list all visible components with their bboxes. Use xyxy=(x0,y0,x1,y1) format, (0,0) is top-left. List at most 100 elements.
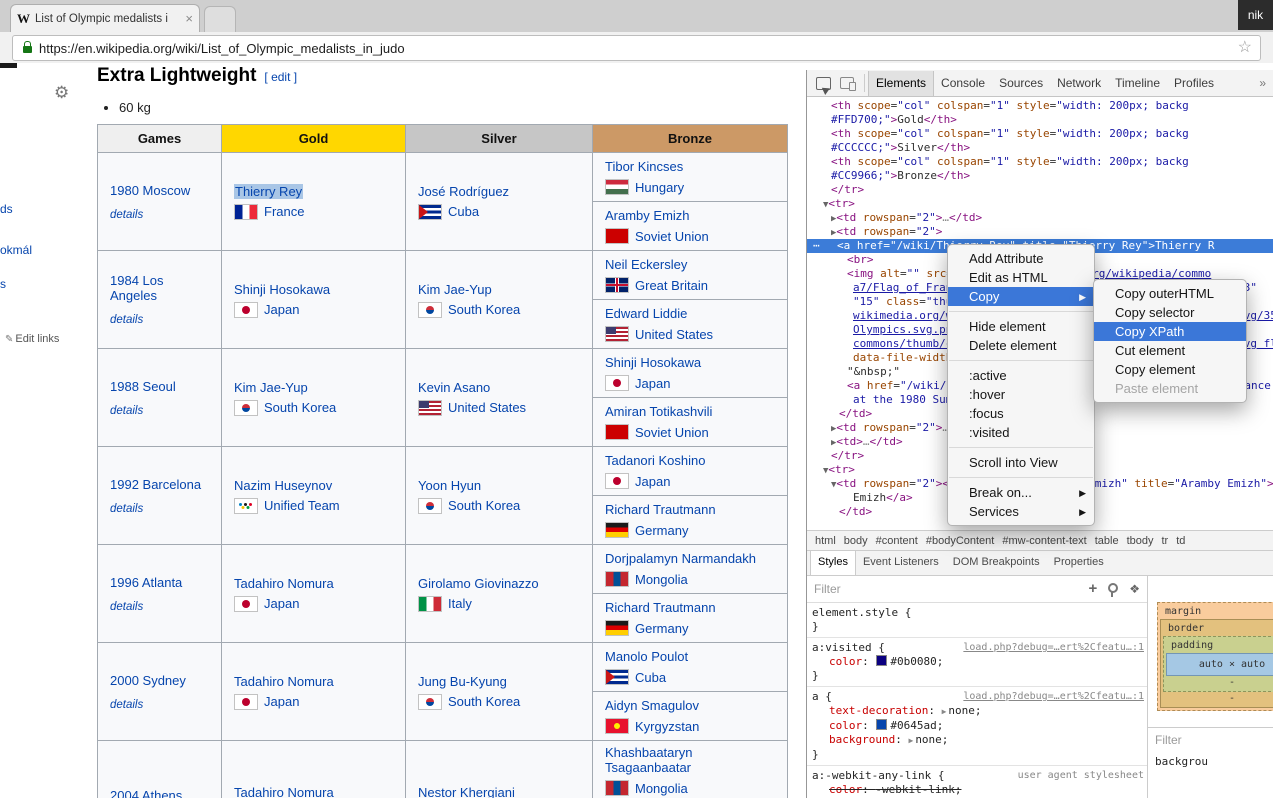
breadcrumb-item-content[interactable]: #content xyxy=(872,535,922,547)
country-link[interactable]: Japan xyxy=(264,302,299,317)
gear-icon[interactable]: ⚙ xyxy=(54,83,69,103)
breadcrumb-item-mw-content-text[interactable]: #mw-content-text xyxy=(998,535,1090,547)
tab-close-icon[interactable]: × xyxy=(185,11,193,26)
tree-line[interactable]: #CCCCCC;">Silver</th> xyxy=(807,141,1273,155)
medalist-link[interactable]: Kim Jae-Yup xyxy=(418,282,580,297)
styles-tab-event-listeners[interactable]: Event Listeners xyxy=(856,551,946,575)
tree-line[interactable]: #CC9966;">Bronze</th> xyxy=(807,169,1273,183)
tree-line[interactable]: </tr> xyxy=(807,183,1273,197)
submenu-item-copy-xpath[interactable]: Copy XPath xyxy=(1094,322,1246,341)
medalist-link[interactable]: Tadahiro Nomura xyxy=(234,576,393,591)
games-link[interactable]: 2000 Sydney xyxy=(110,673,209,688)
country-link[interactable]: Japan xyxy=(635,376,670,391)
background-tab[interactable] xyxy=(204,6,236,33)
stylesheet-link[interactable]: load.php?debug=…ert%2Cfeatu…:1 xyxy=(963,641,1144,655)
submenu-item-cut-element[interactable]: Cut element xyxy=(1094,341,1246,360)
country-link[interactable]: United States xyxy=(635,327,713,342)
overflow-chevron-icon[interactable]: » xyxy=(1259,76,1268,90)
profile-badge[interactable]: nik xyxy=(1238,0,1273,30)
country-link[interactable]: Soviet Union xyxy=(635,229,709,244)
breadcrumb-item-body[interactable]: body xyxy=(840,535,872,547)
tree-line[interactable]: <th scope="col" colspan="1" style="width… xyxy=(807,155,1273,169)
details-link[interactable]: details xyxy=(110,209,209,221)
country-link[interactable]: Unified Team xyxy=(264,498,340,513)
menu-item-copy[interactable]: Copy▶ xyxy=(948,287,1094,306)
menu-item-hover[interactable]: :hover xyxy=(948,385,1094,404)
medalist-link[interactable]: Shinji Hosokawa xyxy=(234,282,393,297)
color-swatch[interactable] xyxy=(876,655,887,666)
country-link[interactable]: South Korea xyxy=(264,400,336,415)
sidebar-language-link[interactable]: s xyxy=(0,277,6,291)
medalist-link[interactable]: Neil Eckersley xyxy=(605,257,775,272)
edit-links-link[interactable]: ✎Edit links xyxy=(5,333,59,345)
box-model-content[interactable]: auto × auto xyxy=(1166,653,1273,676)
box-model-margin[interactable]: margin- border- padding- auto × auto - - xyxy=(1157,602,1273,711)
menu-item-services[interactable]: Services▶ xyxy=(948,502,1094,521)
devtools-tab-timeline[interactable]: Timeline xyxy=(1108,71,1167,96)
games-link[interactable]: 1988 Seoul xyxy=(110,379,209,394)
country-link[interactable]: Germany xyxy=(635,621,688,636)
country-link[interactable]: Hungary xyxy=(635,180,684,195)
medalist-link[interactable]: Manolo Poulot xyxy=(605,649,775,664)
new-style-rule-icon[interactable]: + xyxy=(1088,582,1097,596)
css-property[interactable]: color: #0645ad; xyxy=(812,719,1144,733)
css-property[interactable]: color: -webkit-link; xyxy=(812,783,1144,797)
stylesheet-link[interactable]: user agent stylesheet xyxy=(1018,769,1144,783)
section-edit-link[interactable]: [ edit ] xyxy=(264,70,297,84)
country-link[interactable]: Mongolia xyxy=(635,781,688,796)
details-link[interactable]: details xyxy=(110,601,209,613)
medalist-link[interactable]: Tadahiro Nomura xyxy=(234,785,393,798)
expand-arrow-icon[interactable]: ▶ xyxy=(908,736,913,745)
url-text[interactable]: https://en.wikipedia.org/wiki/List_of_Ol… xyxy=(39,41,405,56)
computed-filter-input[interactable]: Filter xyxy=(1148,727,1273,752)
margin-bottom-value[interactable]: - xyxy=(1229,692,1235,705)
country-link[interactable]: South Korea xyxy=(448,694,520,709)
country-link[interactable]: Japan xyxy=(635,474,670,489)
menu-item-delete-element[interactable]: Delete element xyxy=(948,336,1094,355)
devtools-tab-sources[interactable]: Sources xyxy=(992,71,1050,96)
menu-item-active[interactable]: :active xyxy=(948,366,1094,385)
device-mode-icon[interactable] xyxy=(840,77,854,89)
css-property[interactable]: background: ▶none; xyxy=(812,733,1144,748)
tree-line[interactable]: ▼<tr> xyxy=(807,197,1273,211)
devtools-tab-elements[interactable]: Elements xyxy=(868,71,934,96)
styles-tab-dom-breakpoints[interactable]: DOM Breakpoints xyxy=(946,551,1047,575)
breadcrumb-item-bodycontent[interactable]: #bodyContent xyxy=(922,535,999,547)
country-link[interactable]: Japan xyxy=(264,596,299,611)
expand-arrow-icon[interactable]: ▶ xyxy=(942,707,947,716)
medalist-link[interactable]: Kim Jae-Yup xyxy=(234,380,393,395)
menu-item-hide-element[interactable]: Hide element xyxy=(948,317,1094,336)
submenu-item-copy-outerhtml[interactable]: Copy outerHTML xyxy=(1094,284,1246,303)
breadcrumb-item-tbody[interactable]: tbody xyxy=(1123,535,1158,547)
medalist-link[interactable]: Kevin Asano xyxy=(418,380,580,395)
tree-line[interactable]: ▶<td rowspan="2"> xyxy=(807,225,1273,239)
devtools-tab-profiles[interactable]: Profiles xyxy=(1167,71,1221,96)
medalist-link[interactable]: Nazim Huseynov xyxy=(234,478,393,493)
computed-panel-icon[interactable]: ❖ xyxy=(1129,582,1140,596)
browser-tab[interactable]: W List of Olympic medalists i × xyxy=(10,4,200,32)
games-link[interactable]: 1996 Atlanta xyxy=(110,575,209,590)
medalist-link[interactable]: Khashbaataryn Tsagaanbaatar xyxy=(605,745,775,775)
menu-item-scroll-into-view[interactable]: Scroll into View xyxy=(948,453,1094,472)
stylesheet-link[interactable]: load.php?debug=…ert%2Cfeatu…:1 xyxy=(963,690,1144,704)
styles-filter-input[interactable]: Filter xyxy=(814,582,1077,596)
bookmark-star-icon[interactable]: ☆ xyxy=(1238,40,1252,56)
games-link[interactable]: 2004 Athens xyxy=(110,788,209,798)
box-model-padding[interactable]: padding- auto × auto - xyxy=(1163,636,1273,692)
color-swatch[interactable] xyxy=(876,719,887,730)
medalist-link[interactable]: Nestor Khergiani xyxy=(418,785,580,798)
tree-line[interactable]: <th scope="col" colspan="1" style="width… xyxy=(807,99,1273,113)
games-link[interactable]: 1984 Los Angeles xyxy=(110,273,209,303)
tree-line[interactable]: ▶<td rowspan="2">…</td> xyxy=(807,211,1273,225)
games-link[interactable]: 1992 Barcelona xyxy=(110,477,209,492)
medalist-link[interactable]: Dorjpalamyn Narmandakh xyxy=(605,551,775,566)
submenu-item-copy-element[interactable]: Copy element xyxy=(1094,360,1246,379)
tree-line[interactable]: <th scope="col" colspan="1" style="width… xyxy=(807,127,1273,141)
rule-selector[interactable]: element.style { xyxy=(812,606,911,619)
country-link[interactable]: Germany xyxy=(635,523,688,538)
country-link[interactable]: Cuba xyxy=(635,670,666,685)
medalist-link[interactable]: Richard Trautmann xyxy=(605,600,775,615)
rule-selector[interactable]: a { xyxy=(812,690,832,703)
css-property[interactable]: text-decoration: ▶none; xyxy=(812,704,1144,719)
devtools-tab-network[interactable]: Network xyxy=(1050,71,1108,96)
